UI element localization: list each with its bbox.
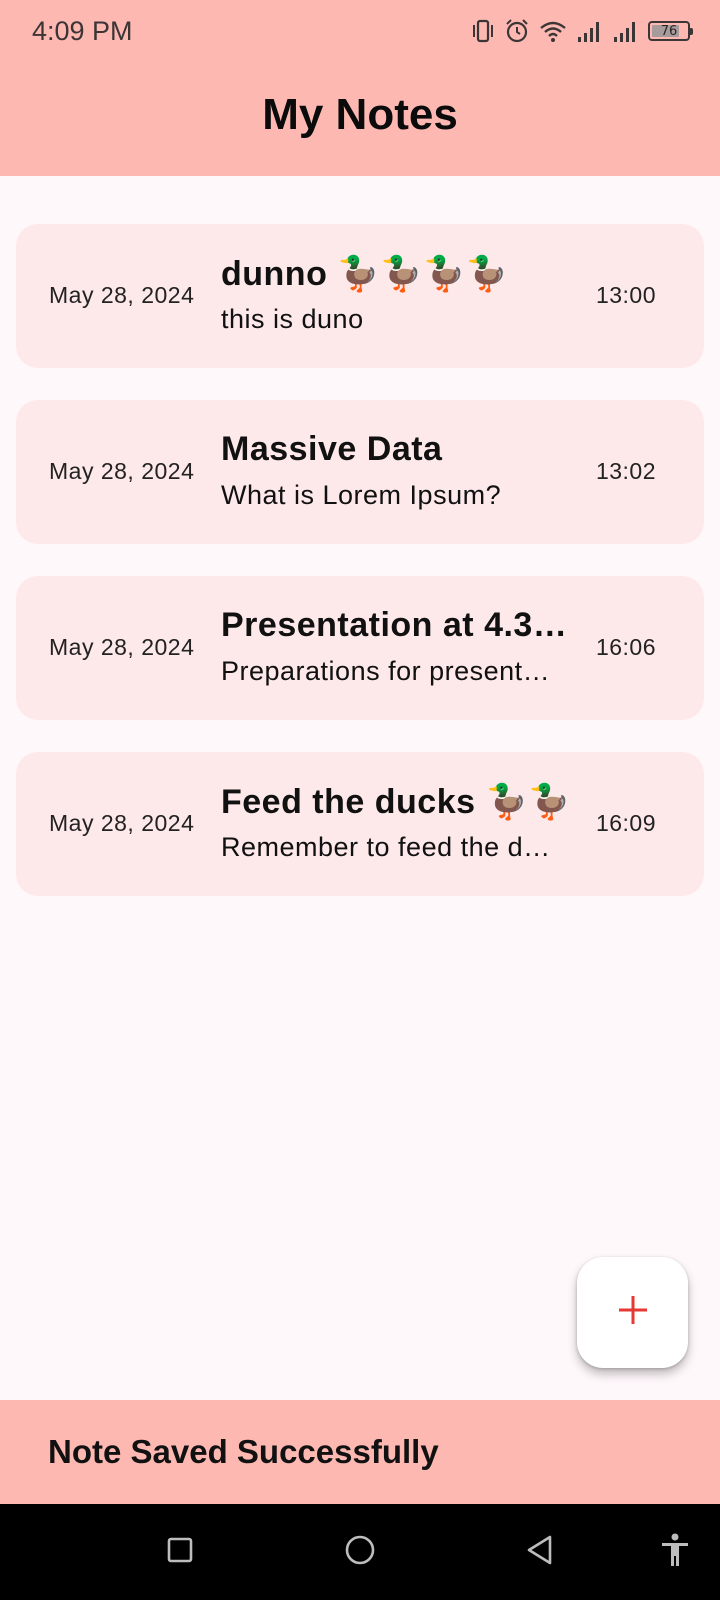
note-title: dunno 🦆🦆🦆🦆 (221, 255, 509, 293)
note-card[interactable]: May 28, 2024 Feed the ducks 🦆🦆 Remember … (16, 752, 704, 896)
note-time: 16:06 (595, 634, 656, 660)
note-time: 13:00 (595, 282, 656, 308)
signal-icon (612, 19, 640, 43)
recents-button[interactable] (158, 1530, 202, 1574)
note-date: May 28, 2024 (49, 282, 195, 308)
note-title: Feed the ducks 🦆🦆 (221, 783, 572, 821)
system-nav-bar (0, 1504, 720, 1600)
app-header: 4:09 PM 76 My Notes (0, 0, 720, 176)
recents-icon (166, 1536, 194, 1569)
note-body: Remember to feed the d… (221, 832, 551, 862)
note-title: Presentation at 4.3… (221, 606, 568, 644)
battery-level: 76 (660, 23, 678, 39)
wifi-icon (538, 18, 568, 44)
back-icon (525, 1534, 555, 1571)
add-note-button[interactable] (577, 1257, 688, 1368)
note-card[interactable]: May 28, 2024 dunno 🦆🦆🦆🦆 this is duno 13:… (16, 224, 704, 368)
note-date: May 28, 2024 (49, 458, 195, 484)
note-date: May 28, 2024 (49, 810, 195, 836)
accessibility-icon (659, 1532, 691, 1573)
note-time: 16:09 (595, 810, 656, 836)
plus-icon (617, 1294, 649, 1331)
note-card[interactable]: May 28, 2024 Presentation at 4.3… Prepar… (16, 576, 704, 720)
status-icons: 76 (470, 18, 693, 44)
snackbar-message: Note Saved Successfully (48, 1433, 439, 1470)
note-body: this is duno (221, 304, 364, 334)
note-title: Massive Data (221, 430, 443, 468)
note-card[interactable]: May 28, 2024 Massive Data What is Lorem … (16, 400, 704, 544)
back-button[interactable] (518, 1530, 562, 1574)
status-bar: 4:09 PM 76 (0, 0, 720, 66)
battery-icon: 76 (648, 21, 693, 41)
snackbar: Note Saved Successfully (0, 1400, 720, 1504)
notes-list: May 28, 2024 dunno 🦆🦆🦆🦆 this is duno 13:… (16, 224, 704, 928)
alarm-icon (504, 18, 530, 44)
note-body: What is Lorem Ipsum? (221, 480, 502, 510)
note-body: Preparations for present… (221, 656, 551, 686)
status-time: 4:09 PM (32, 16, 133, 46)
home-icon (344, 1534, 376, 1571)
signal-icon (576, 19, 604, 43)
home-button[interactable] (338, 1530, 382, 1574)
note-time: 13:02 (595, 458, 656, 484)
accessibility-button[interactable] (653, 1530, 697, 1574)
vibrate-icon (470, 18, 496, 44)
note-date: May 28, 2024 (49, 634, 195, 660)
page-title: My Notes (262, 90, 458, 139)
